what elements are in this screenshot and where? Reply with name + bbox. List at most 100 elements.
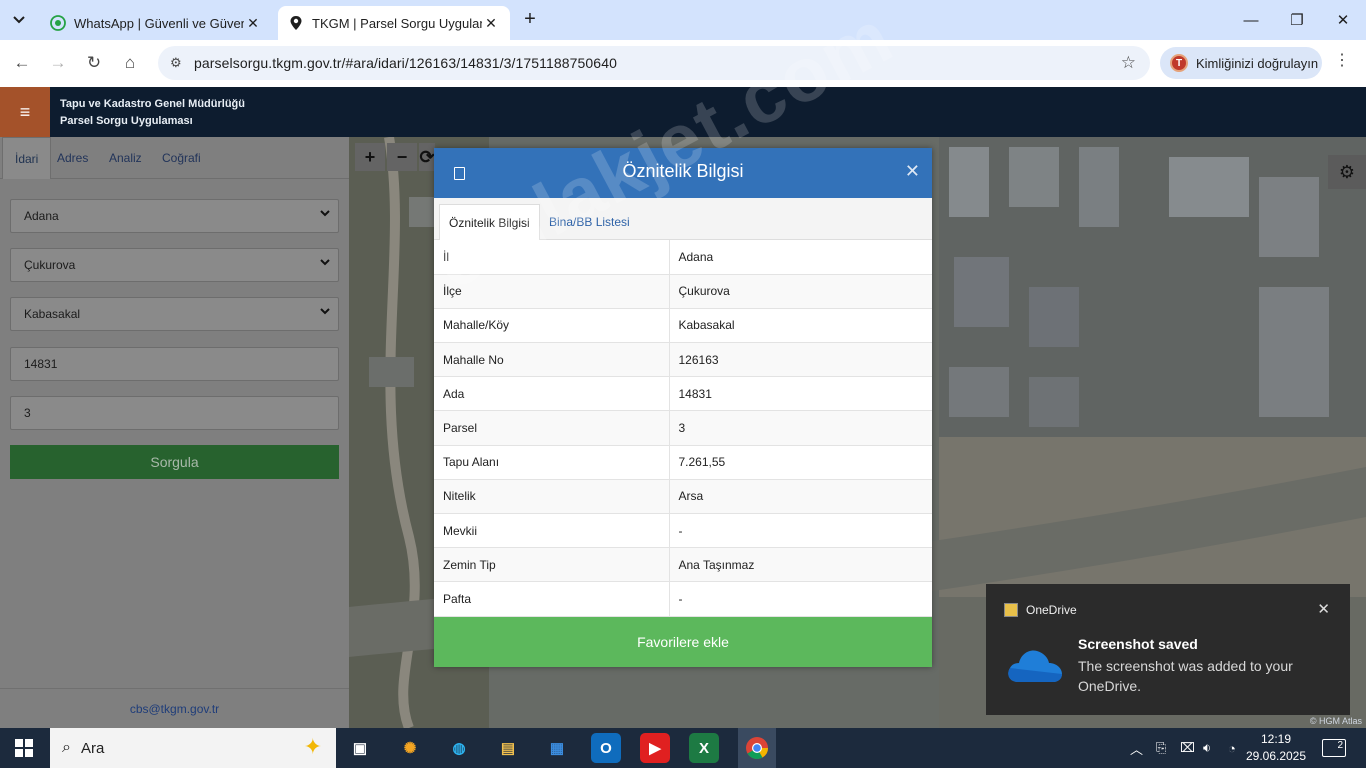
url-text: parselsorgu.tkgm.gov.tr/#ara/idari/12616… <box>194 55 617 71</box>
back-icon[interactable]: ← <box>9 50 35 76</box>
profile-button[interactable]: T Kimliğinizi doğrulayın <box>1160 47 1322 79</box>
task-view-icon[interactable]: ▣ <box>345 733 375 763</box>
site-settings-icon[interactable]: ⚙ <box>170 55 186 71</box>
chevron-down-icon <box>320 209 330 220</box>
footer-email-link[interactable]: cbs@tkgm.gov.tr <box>0 688 349 728</box>
attribute-value: Arsa <box>668 479 932 515</box>
minimize-button[interactable]: — <box>1228 0 1274 40</box>
address-bar[interactable]: ⚙ parselsorgu.tkgm.gov.tr/#ara/idari/126… <box>158 46 1150 80</box>
close-tab-icon[interactable]: ✕ <box>482 15 500 32</box>
tab-analiz[interactable]: Analiz <box>97 137 154 179</box>
parcel-input[interactable]: 3 <box>10 396 339 430</box>
add-to-favorites-button[interactable]: Favorilere ekle <box>434 617 932 667</box>
close-window-button[interactable]: ✕ <box>1320 0 1366 40</box>
reload-icon[interactable]: ↻ <box>81 50 107 76</box>
show-hidden-icons[interactable]: ︿ <box>1130 728 1143 768</box>
attribute-value: Ana Taşınmaz <box>668 547 932 583</box>
attribute-value: 7.261,55 <box>668 445 932 480</box>
attribute-value: 14831 <box>668 376 932 412</box>
youtube-icon[interactable]: ▶ <box>640 733 670 763</box>
forward-icon[interactable]: → <box>45 50 71 76</box>
notification-title: Screenshot saved <box>1078 636 1198 652</box>
table-row: Mahalle No 126163 <box>434 342 932 378</box>
chevron-down-icon <box>320 258 330 269</box>
tab-whatsapp[interactable]: WhatsApp | Güvenli ve Güvenilir ✕ <box>40 6 272 40</box>
notification-center-icon[interactable]: 2 <box>1322 739 1346 757</box>
district-value: Çukurova <box>24 258 76 272</box>
taskbar-search[interactable]: ⌕ Ara ✦ <box>50 728 336 768</box>
system-clock[interactable]: 12:19 29.06.2025 <box>1244 731 1308 765</box>
attribute-value: Adana <box>668 240 932 275</box>
query-button[interactable]: Sorgula <box>10 445 339 479</box>
tab-title: TKGM | Parsel Sorgu Uygulaması <box>312 15 482 31</box>
tab-adres[interactable]: Adres <box>45 137 100 179</box>
gear-icon[interactable]: ⚙ <box>1328 155 1366 189</box>
onedrive-app-icon <box>1004 603 1018 617</box>
attribute-value: 3 <box>668 410 932 446</box>
org-name: Tapu ve Kadastro Genel Müdürlüğü <box>60 98 245 110</box>
zoom-out-button[interactable]: − <box>387 143 417 171</box>
app-name: Parsel Sorgu Uygulaması <box>60 115 193 127</box>
district-select[interactable]: Çukurova <box>10 248 339 282</box>
attribute-table: İl Adana İlçe Çukurova Mahalle/Köy Kabasakal M… <box>434 240 932 617</box>
attribute-value: Çukurova <box>668 274 932 309</box>
attribute-label: Tapu Alanı <box>434 445 669 480</box>
app-title: Tapu ve Kadastro Genel Müdürlüğü Parsel … <box>60 96 245 130</box>
edge-icon[interactable]: ◍ <box>444 733 474 763</box>
network-icon[interactable]: ⌧ <box>1180 728 1195 768</box>
hamburger-menu-icon[interactable]: ≡ <box>0 87 50 137</box>
usb-icon[interactable]: ⎘ <box>1156 728 1166 768</box>
outlook-icon[interactable]: O <box>591 733 621 763</box>
refresh-map-icon[interactable]: ⟳ <box>419 143 435 171</box>
home-icon[interactable]: ⌂ <box>117 50 143 76</box>
close-icon[interactable]: ✕ <box>905 161 920 182</box>
block-input[interactable]: 14831 <box>10 347 339 381</box>
table-row: Pafta - <box>434 581 932 617</box>
province-value: Adana <box>24 209 59 223</box>
attribute-label: Parsel <box>434 410 669 446</box>
volume-icon[interactable]: 🔉︎ <box>1203 728 1211 768</box>
neighborhood-select[interactable]: Kabasakal <box>10 297 339 331</box>
chevron-down-icon <box>13 16 25 24</box>
query-sidebar: İdari Adres Analiz Coğrafi Adana Çukurov… <box>0 137 349 728</box>
province-select[interactable]: Adana <box>10 199 339 233</box>
zoom-in-button[interactable]: + <box>355 143 385 171</box>
map-attribution: © HGM Atlas <box>1309 716 1362 726</box>
copilot-icon[interactable]: ✺ <box>395 733 425 763</box>
notification-app-name: OneDrive <box>1026 603 1077 617</box>
restore-button[interactable]: ❐ <box>1274 0 1320 40</box>
bookmark-star-icon[interactable]: ☆ <box>1121 53 1136 73</box>
wifi-icon[interactable]: ◔ <box>1228 728 1236 768</box>
attribute-value: Kabasakal <box>668 308 932 344</box>
browser-menu-icon[interactable]: ⋮ <box>1334 50 1350 76</box>
clock-time: 12:19 <box>1260 732 1292 746</box>
chevron-down-icon <box>320 307 330 318</box>
whatsapp-icon <box>50 15 66 31</box>
file-explorer-icon[interactable]: ▤ <box>493 733 523 763</box>
close-tab-icon[interactable]: ✕ <box>244 15 262 32</box>
new-tab-button[interactable]: + <box>518 8 542 32</box>
attribute-value: 126163 <box>668 342 932 378</box>
chrome-icon[interactable] <box>738 728 776 768</box>
tab-title: WhatsApp | Güvenli ve Güvenilir <box>74 15 244 31</box>
onedrive-notification[interactable]: OneDrive ✕ Screenshot saved The screensh… <box>986 584 1350 715</box>
store-icon[interactable]: ▦ <box>542 733 572 763</box>
tab-idari[interactable]: İdari <box>2 137 52 179</box>
tab-tkgm[interactable]: TKGM | Parsel Sorgu Uygulaması ✕ <box>278 6 510 40</box>
sidebar-tabs: İdari Adres Analiz Coğrafi <box>0 137 349 179</box>
close-icon[interactable]: ✕ <box>1317 600 1330 618</box>
attribute-label: Nitelik <box>434 479 669 515</box>
table-row: Mahalle/Köy Kabasakal <box>434 308 932 344</box>
search-icon: ⌕ <box>62 739 71 756</box>
excel-icon[interactable]: X <box>689 733 719 763</box>
tab-cografi[interactable]: Coğrafi <box>150 137 213 179</box>
profile-label: Kimliğinizi doğrulayın <box>1196 55 1319 71</box>
windows-start-icon[interactable] <box>0 728 48 768</box>
tab-search-button[interactable] <box>6 7 32 33</box>
table-row: Nitelik Arsa <box>434 479 932 515</box>
avatar: T <box>1170 54 1188 72</box>
attribute-label: Mahalle/Köy <box>434 308 669 344</box>
neighborhood-value: Kabasakal <box>24 307 81 321</box>
taskbar: ⌕ Ara ✦ ▣ ✺ ◍ ▤ ▦ O ▶ X ︿ ⎘ ⌧ 🔉︎ ◔ 12:19… <box>0 728 1366 768</box>
map-pin-icon <box>288 15 304 31</box>
